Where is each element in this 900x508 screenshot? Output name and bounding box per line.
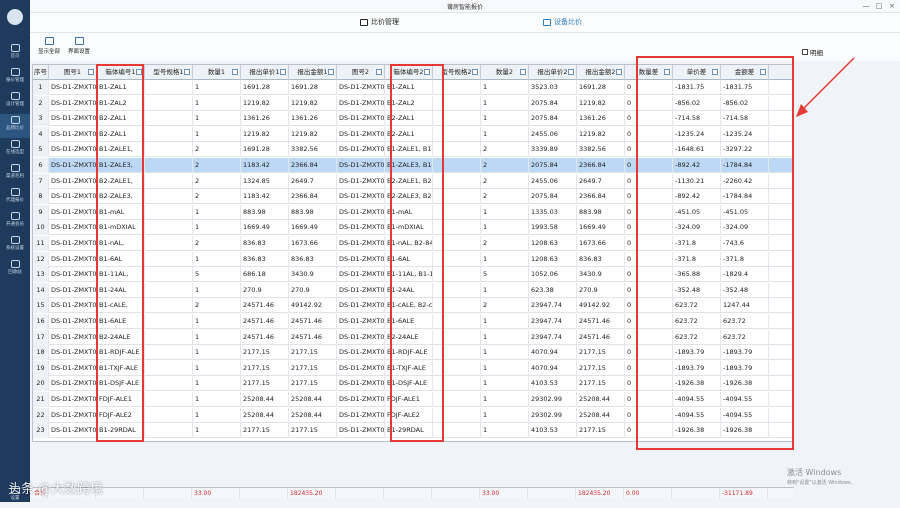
red-arrow-annotation	[796, 57, 855, 117]
watermark: 头条 @大数跨境	[8, 482, 104, 497]
activate-subtitle: 转到"设置"以激活 Windows。	[787, 480, 856, 486]
activate-windows-notice: 激活 Windows 转到"设置"以激活 Windows。	[787, 467, 856, 486]
activate-title: 激活 Windows	[787, 468, 842, 477]
